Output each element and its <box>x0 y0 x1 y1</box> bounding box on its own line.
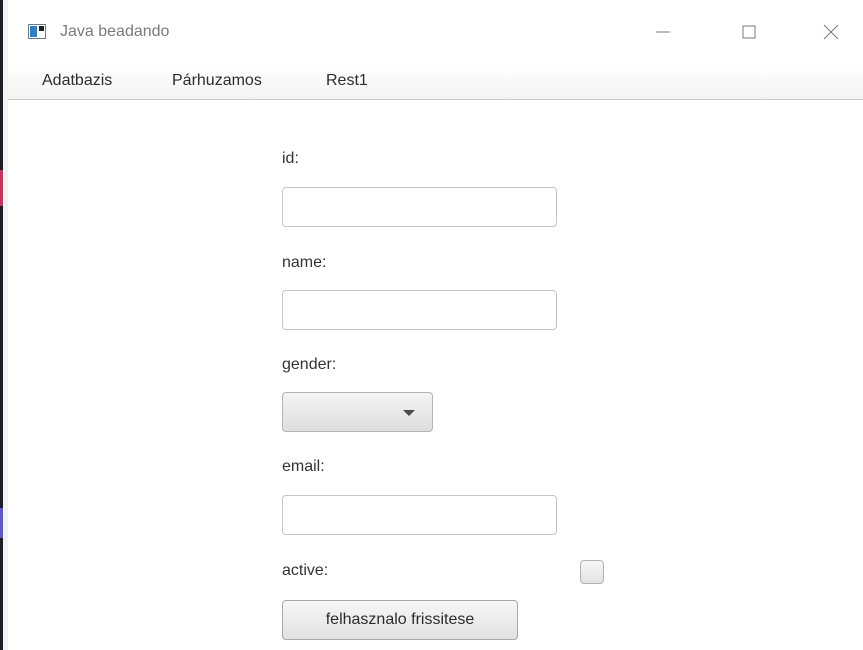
user-update-form: id: name: gender: email: active: felhasz… <box>8 100 863 650</box>
chevron-down-icon <box>403 410 415 416</box>
email-field[interactable] <box>282 495 557 535</box>
minimize-button[interactable] <box>640 14 686 50</box>
menu-bar: Adatbazis Párhuzamos Rest1 <box>8 62 863 100</box>
window-title: Java beadando <box>60 23 170 40</box>
menu-rest1[interactable]: Rest1 <box>326 72 368 90</box>
close-button[interactable] <box>808 14 854 50</box>
menu-parhuzamos[interactable]: Párhuzamos <box>172 72 262 90</box>
id-label: id: <box>282 150 299 167</box>
title-bar[interactable]: Java beadando <box>8 0 863 62</box>
gender-select[interactable] <box>282 392 433 432</box>
background-accent-mark <box>0 170 3 206</box>
maximize-button[interactable] <box>726 14 772 50</box>
background-accent-mark <box>0 508 3 538</box>
name-label: name: <box>282 254 327 271</box>
active-checkbox[interactable] <box>580 560 604 584</box>
background-desktop-edge <box>0 0 8 650</box>
active-label: active: <box>282 562 329 579</box>
app-window: Java beadando Adatbazis Párhuzamos Rest1… <box>8 0 863 650</box>
maximize-icon <box>742 25 756 39</box>
java-app-icon <box>28 24 46 39</box>
id-field[interactable] <box>282 187 557 227</box>
menu-adatbazis[interactable]: Adatbazis <box>42 72 112 90</box>
update-user-button[interactable]: felhasznalo frissitese <box>282 600 518 640</box>
email-label: email: <box>282 458 325 475</box>
close-icon <box>823 24 839 40</box>
background-window-strip <box>0 0 3 650</box>
name-field[interactable] <box>282 290 557 330</box>
minimize-icon <box>656 31 670 33</box>
gender-label: gender: <box>282 356 337 373</box>
